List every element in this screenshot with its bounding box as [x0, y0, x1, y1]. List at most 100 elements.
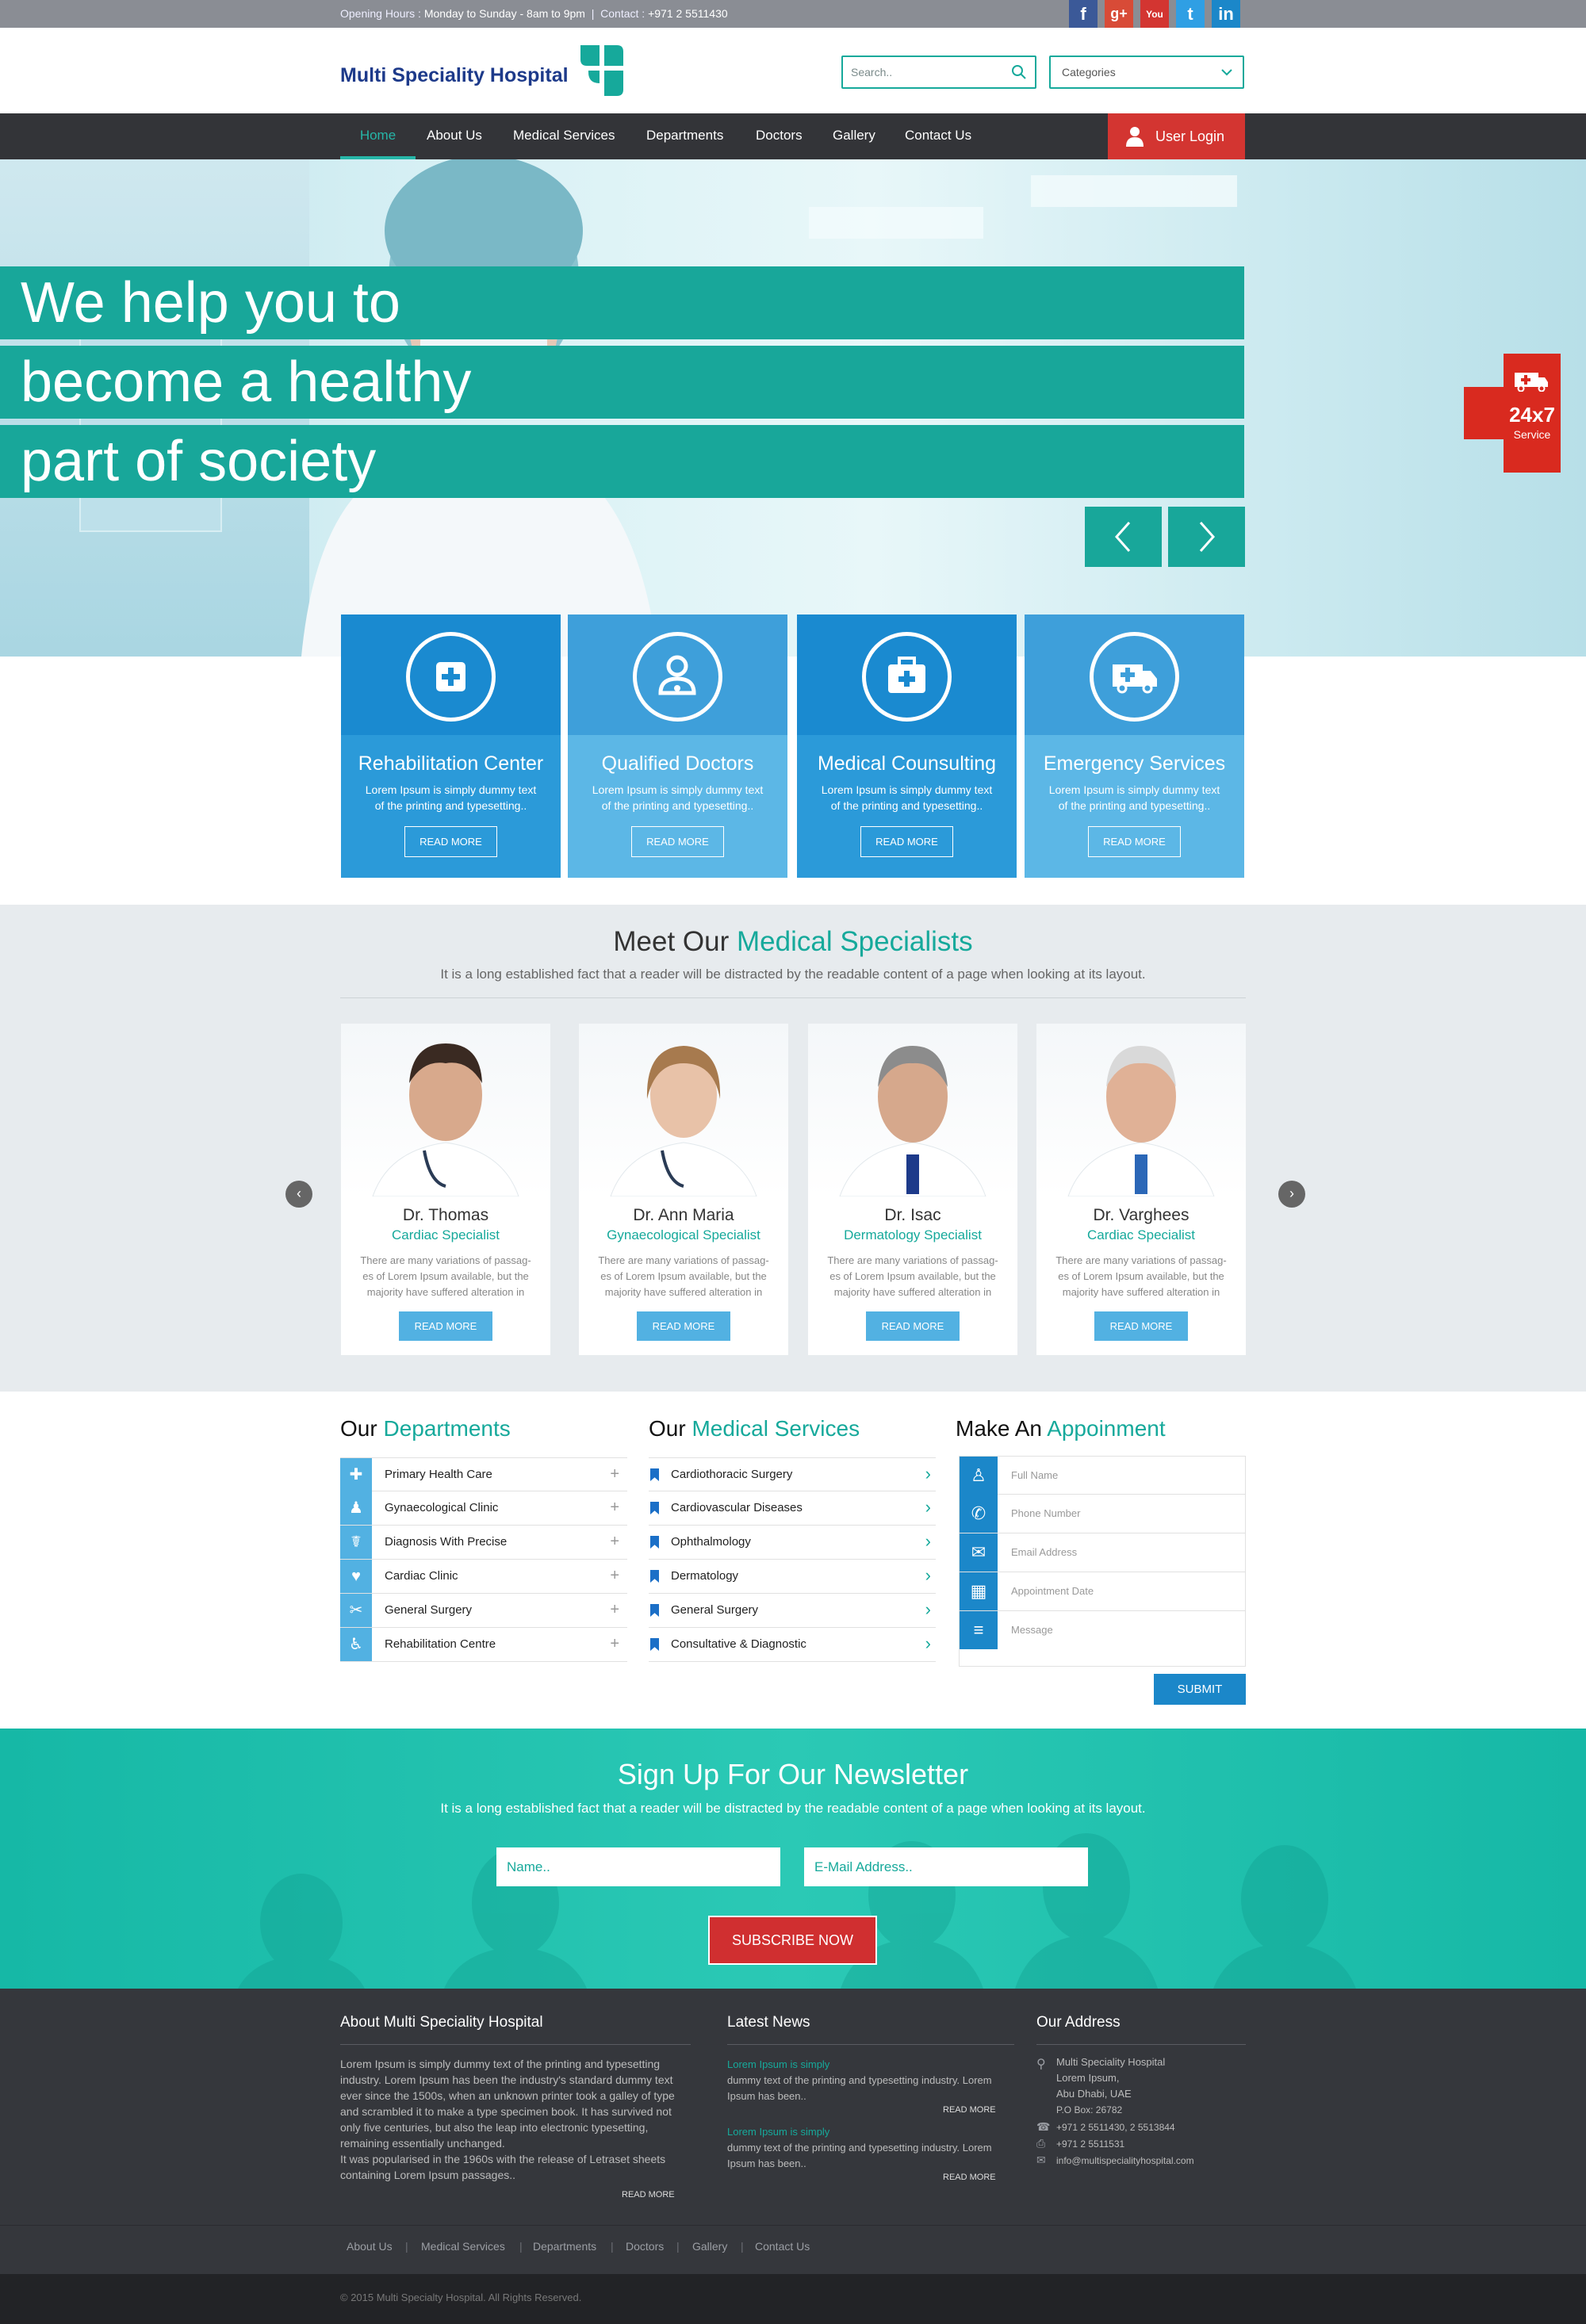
- footer-link-gallery[interactable]: Gallery: [692, 2240, 727, 2253]
- departments-title: Our Departments: [340, 1416, 511, 1441]
- department-item[interactable]: ✂ General Surgery +: [340, 1594, 627, 1628]
- chevron-left-icon: [1114, 522, 1131, 552]
- nav-about-us[interactable]: About Us: [427, 113, 482, 159]
- hero-prev-button[interactable]: [1085, 507, 1162, 567]
- doctor-role: Dermatology Specialist: [844, 1227, 982, 1242]
- calendar-icon: ▦: [960, 1572, 998, 1610]
- search-input[interactable]: Search..: [841, 56, 1036, 89]
- appointment-date-field[interactable]: ▦ Appointment Date: [959, 1572, 1246, 1611]
- carousel-next-button[interactable]: ›: [1278, 1181, 1305, 1208]
- nav-departments[interactable]: Departments: [646, 113, 723, 159]
- feature-card-top: [797, 615, 1017, 735]
- full-name-field[interactable]: ♙ Full Name: [959, 1456, 1246, 1495]
- specialists-title-accent: Medical Specialists: [737, 926, 973, 957]
- specialists-title-plain: Meet Our: [613, 926, 730, 957]
- user-login-label: User Login: [1155, 128, 1225, 144]
- plus-icon[interactable]: +: [610, 1567, 619, 1585]
- service-item[interactable]: Dermatology ›: [649, 1560, 936, 1594]
- footer-link-about-us[interactable]: About Us: [347, 2240, 393, 2253]
- phone-number-field[interactable]: ✆ Phone Number: [959, 1495, 1246, 1533]
- read-more-button[interactable]: READ MORE: [1088, 826, 1181, 857]
- youtube-icon[interactable]: You: [1140, 0, 1169, 28]
- newsletter-email-input[interactable]: E-Mail Address..: [804, 1847, 1088, 1886]
- footer-about-text-2: It was popularised in the 1960s with the…: [340, 2153, 666, 2181]
- department-item[interactable]: ☤ Diagnosis With Precise +: [340, 1526, 627, 1560]
- doctor-name: Dr. Thomas: [402, 1206, 489, 1224]
- twitter-icon[interactable]: t: [1176, 0, 1205, 28]
- read-more-button[interactable]: READ MORE: [631, 826, 724, 857]
- read-more-button[interactable]: READ MORE: [860, 826, 953, 857]
- read-more-button[interactable]: READ MORE: [636, 1311, 731, 1341]
- chevron-right-icon: ›: [925, 1531, 931, 1551]
- plus-icon[interactable]: +: [610, 1465, 619, 1484]
- department-item[interactable]: ♿ Rehabilitation Centre +: [340, 1628, 627, 1662]
- footer-about-read-more[interactable]: READ MORE: [622, 2190, 675, 2200]
- logo-mark-icon[interactable]: [577, 44, 626, 99]
- plus-icon[interactable]: +: [610, 1533, 619, 1551]
- service-item[interactable]: Ophthalmology ›: [649, 1526, 936, 1560]
- categories-select[interactable]: Categories: [1049, 56, 1244, 89]
- footer-link-doctors[interactable]: Doctors: [626, 2240, 664, 2253]
- footer-link-contact-us[interactable]: Contact Us: [755, 2240, 810, 2253]
- read-more-button[interactable]: READ MORE: [398, 1311, 493, 1341]
- hero-next-button[interactable]: [1168, 507, 1245, 567]
- read-more-button[interactable]: READ MORE: [1094, 1311, 1189, 1341]
- message-field[interactable]: ≡ Message: [959, 1611, 1246, 1667]
- logo-text[interactable]: Multi Speciality Hospital: [340, 64, 569, 87]
- read-more-button[interactable]: READ MORE: [404, 826, 497, 857]
- email-address-field[interactable]: ✉ Email Address: [959, 1533, 1246, 1572]
- news-link[interactable]: Lorem Ipsum is simply: [727, 2058, 829, 2070]
- footer-link-departments[interactable]: Departments: [533, 2240, 596, 2253]
- carousel-prev-button[interactable]: ‹: [285, 1181, 312, 1208]
- feature-title: Medical Counsulting: [817, 752, 997, 775]
- subscribe-button[interactable]: SUBSCRIBE NOW: [708, 1916, 877, 1965]
- news-link[interactable]: Lorem Ipsum is simply: [727, 2126, 829, 2138]
- divider: [1036, 2044, 1246, 2045]
- bookmark-icon: [650, 1468, 659, 1481]
- google-plus-icon[interactable]: g+: [1105, 0, 1133, 28]
- news-text: dummy text of the printing and typesetti…: [727, 2074, 992, 2102]
- linkedin-icon[interactable]: in: [1212, 0, 1240, 28]
- service-item[interactable]: Consultative & Diagnostic ›: [649, 1628, 936, 1662]
- service-item[interactable]: Cardiovascular Diseases ›: [649, 1491, 936, 1526]
- feature-card-doctors: Qualified Doctors Lorem Ipsum is simply …: [568, 615, 787, 878]
- footer-link-medical-services[interactable]: Medical Services: [421, 2240, 505, 2253]
- plus-icon[interactable]: +: [610, 1635, 619, 1653]
- nav-contact-us[interactable]: Contact Us: [905, 113, 971, 159]
- chevron-right-icon: ›: [925, 1565, 931, 1585]
- submit-button[interactable]: SUBMIT: [1154, 1674, 1246, 1705]
- footer-about-text: Lorem Ipsum is simply dummy text of the …: [340, 2058, 675, 2150]
- facebook-icon[interactable]: f: [1069, 0, 1098, 28]
- news-read-more[interactable]: READ MORE: [943, 2173, 996, 2182]
- news-read-more[interactable]: READ MORE: [943, 2105, 996, 2115]
- appointment-date-placeholder: Appointment Date: [1011, 1585, 1094, 1597]
- service-item[interactable]: General Surgery ›: [649, 1594, 936, 1628]
- message-placeholder: Message: [1011, 1624, 1053, 1636]
- department-item[interactable]: ♟ Gynaecological Clinic +: [340, 1491, 627, 1526]
- footer-email[interactable]: info@multispecialityhospital.com: [1056, 2153, 1194, 2169]
- divider: [340, 997, 1246, 998]
- search-icon[interactable]: [1011, 64, 1027, 80]
- contact-label: Contact :: [600, 7, 646, 20]
- divider: [727, 2044, 1014, 2045]
- service-item[interactable]: Cardiothoracic Surgery ›: [649, 1457, 936, 1491]
- read-more-button[interactable]: READ MORE: [865, 1311, 960, 1341]
- newsletter-section: Sign Up For Our Newsletter It is a long …: [0, 1729, 1586, 1989]
- nav-medical-services[interactable]: Medical Services: [513, 113, 615, 159]
- newsletter-name-input[interactable]: Name..: [496, 1847, 780, 1886]
- newsletter-name-placeholder: Name..: [507, 1859, 550, 1874]
- plus-icon[interactable]: +: [610, 1601, 619, 1619]
- user-login-button[interactable]: User Login: [1108, 113, 1245, 159]
- first-aid-icon: ✚: [340, 1458, 372, 1491]
- nav-home[interactable]: Home: [340, 113, 416, 159]
- department-item[interactable]: ♥ Cardiac Clinic +: [340, 1560, 627, 1594]
- service-24x7-badge[interactable]: 24x7 Service: [1464, 354, 1561, 473]
- department-item[interactable]: ✚ Primary Health Care +: [340, 1457, 627, 1491]
- nav-doctors[interactable]: Doctors: [756, 113, 803, 159]
- main-nav: Home About Us Medical Services Departmen…: [0, 113, 1586, 159]
- full-name-placeholder: Full Name: [1011, 1469, 1059, 1481]
- plus-icon[interactable]: +: [610, 1499, 619, 1517]
- nav-gallery[interactable]: Gallery: [833, 113, 875, 159]
- footer-separator: |: [676, 2240, 680, 2253]
- feature-card-consulting: Medical Counsulting Lorem Ipsum is simpl…: [797, 615, 1017, 878]
